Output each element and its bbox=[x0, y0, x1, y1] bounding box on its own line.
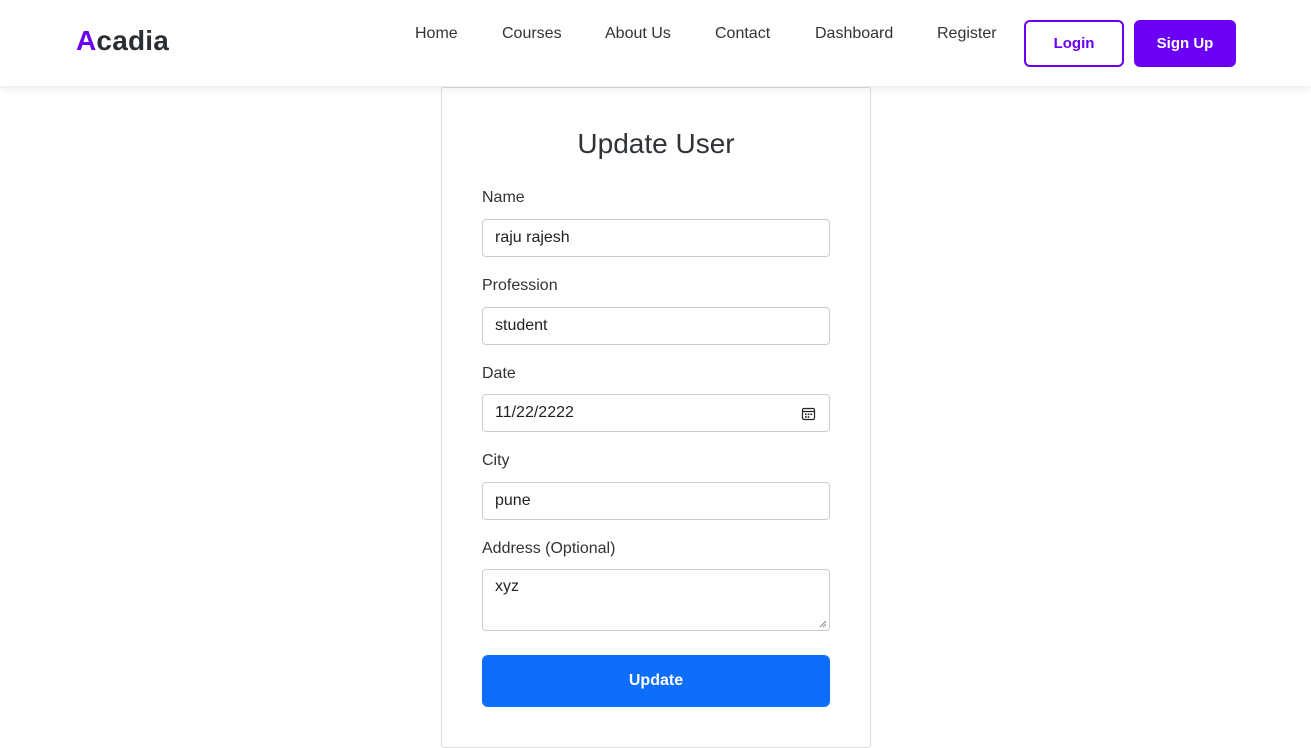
name-input-value: raju rajesh bbox=[495, 229, 570, 246]
nav-link-courses[interactable]: Courses bbox=[502, 25, 562, 43]
city-input[interactable]: pune bbox=[482, 482, 830, 520]
page-title: Update User bbox=[577, 128, 735, 159]
signup-button[interactable]: Sign Up bbox=[1134, 20, 1236, 67]
update-user-card: Update User Name raju rajesh Profession … bbox=[441, 87, 871, 748]
resize-grip-icon[interactable] bbox=[818, 619, 827, 628]
name-input[interactable]: raju rajesh bbox=[482, 219, 830, 257]
nav-link-home[interactable]: Home bbox=[415, 25, 458, 43]
city-label: City bbox=[482, 452, 510, 469]
nav-link-register[interactable]: Register bbox=[937, 25, 997, 43]
profession-input[interactable]: student bbox=[482, 307, 830, 345]
nav-link-about-us[interactable]: About Us bbox=[605, 25, 671, 43]
date-label: Date bbox=[482, 365, 516, 382]
address-textarea-value: xyz bbox=[495, 578, 519, 595]
update-button[interactable]: Update bbox=[482, 655, 830, 707]
date-input-value: 11/22/2222 bbox=[495, 404, 574, 421]
calendar-icon[interactable] bbox=[801, 406, 816, 421]
date-input[interactable]: 11/22/2222 bbox=[482, 394, 830, 432]
brand-logo[interactable]: Acadia bbox=[76, 25, 169, 57]
navbar: Acadia Home Courses About Us Contact Das… bbox=[0, 0, 1311, 86]
address-textarea[interactable]: xyz bbox=[482, 569, 830, 631]
nav-link-dashboard[interactable]: Dashboard bbox=[815, 25, 893, 43]
nav-link-contact[interactable]: Contact bbox=[715, 25, 770, 43]
name-label: Name bbox=[482, 189, 525, 206]
login-button[interactable]: Login bbox=[1024, 20, 1124, 67]
brand-initial: A bbox=[76, 25, 97, 56]
profession-label: Profession bbox=[482, 277, 558, 294]
address-label: Address (Optional) bbox=[482, 540, 616, 557]
brand-name-rest: cadia bbox=[96, 25, 170, 56]
city-input-value: pune bbox=[495, 492, 531, 509]
profession-input-value: student bbox=[495, 317, 548, 334]
